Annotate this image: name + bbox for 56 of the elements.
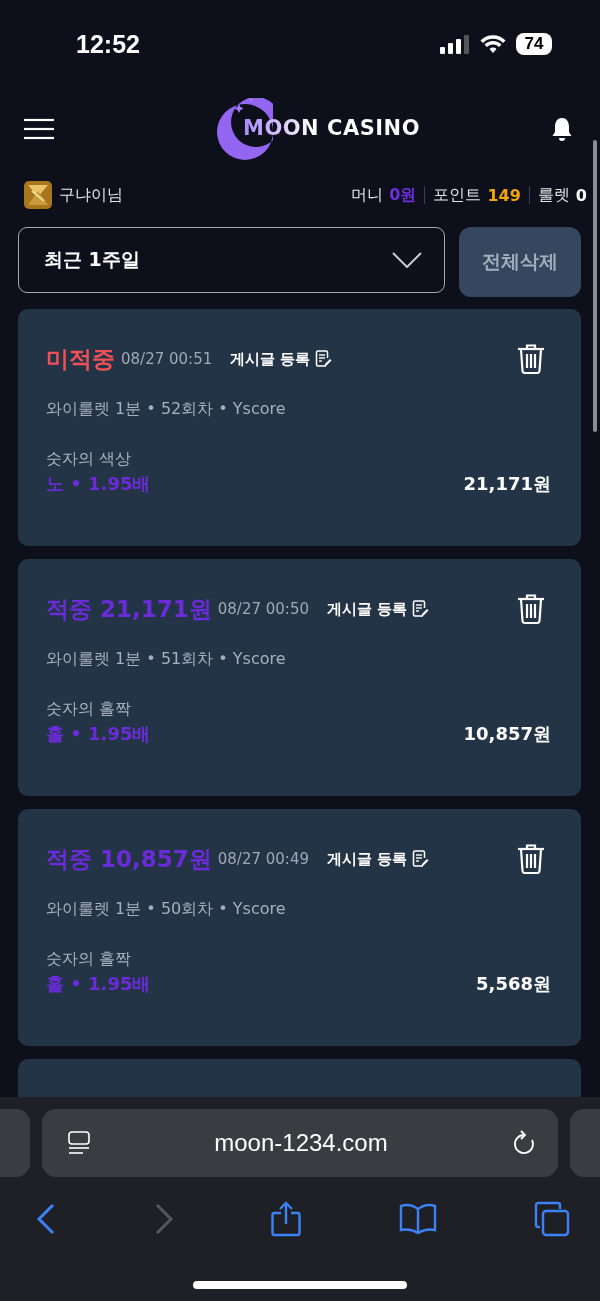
wifi-icon bbox=[480, 34, 506, 54]
result-title: 적중 10,857원 bbox=[46, 844, 212, 874]
balance-value: 0 bbox=[575, 185, 587, 205]
tabs-icon[interactable] bbox=[534, 1201, 570, 1237]
game-info: 와이룰렛 1분 • 51회차 • Yscore bbox=[46, 649, 287, 670]
address-bar[interactable]: moon-1234.com bbox=[42, 1109, 558, 1177]
result-title: 적중 21,171원 bbox=[46, 594, 212, 624]
signal-icon bbox=[440, 34, 470, 54]
bet-pick: 홀 • 1.95배 bbox=[46, 722, 151, 746]
note-pencil-icon bbox=[412, 850, 430, 868]
bet-type: 숫자의 홀짝 bbox=[46, 699, 133, 720]
tab-preview bbox=[0, 1109, 30, 1177]
balance-label: 머니 bbox=[351, 184, 384, 206]
url-text: moon-1234.com bbox=[214, 1129, 388, 1157]
bet-type: 숫자의 홀짝 bbox=[46, 949, 133, 970]
balance-label: 룰렛 bbox=[537, 184, 570, 206]
result-title: 미적중 bbox=[46, 344, 115, 374]
trash-icon[interactable] bbox=[517, 344, 545, 374]
reader-icon[interactable] bbox=[68, 1131, 90, 1155]
bet-time: 08/27 00:49 bbox=[217, 850, 309, 868]
trash-icon[interactable] bbox=[517, 594, 545, 624]
rank-badge-icon bbox=[24, 181, 52, 209]
delete-all-button[interactable]: 전체삭제 bbox=[459, 227, 581, 297]
game-info: 와이룰렛 1분 • 50회차 • Yscore bbox=[46, 899, 287, 920]
chevron-down-icon bbox=[392, 252, 422, 268]
bet-time: 08/27 00:51 bbox=[121, 350, 213, 368]
trash-icon[interactable] bbox=[517, 844, 545, 874]
period-value: 최근 1주일 bbox=[44, 247, 140, 272]
bet-pick: 노 • 1.95배 bbox=[46, 472, 151, 496]
bet-pick: 홀 • 1.95배 bbox=[46, 972, 151, 996]
clock: 12:52 bbox=[76, 29, 140, 59]
game-info: 와이룰렛 1분 • 52회차 • Yscore bbox=[46, 399, 287, 420]
balance-value: 149 bbox=[487, 185, 521, 205]
note-pencil-icon bbox=[412, 600, 430, 618]
bell-icon[interactable] bbox=[551, 117, 573, 141]
note-pencil-icon bbox=[315, 350, 333, 368]
period-dropdown[interactable]: 최근 1주일 bbox=[18, 227, 445, 293]
balance-value: 0원 bbox=[389, 184, 417, 206]
bet-type: 숫자의 색상 bbox=[46, 449, 133, 470]
user-name: 구냐이님 bbox=[59, 184, 123, 206]
bet-amount: 5,568원 bbox=[476, 972, 551, 996]
bet-amount: 10,857원 bbox=[463, 722, 551, 746]
share-icon[interactable] bbox=[271, 1201, 301, 1237]
logo[interactable]: MOON CASINO bbox=[215, 98, 420, 160]
bet-amount: 21,171원 bbox=[463, 472, 551, 496]
reload-icon[interactable] bbox=[512, 1130, 536, 1156]
book-icon[interactable] bbox=[398, 1203, 437, 1235]
battery-level: 74 bbox=[524, 34, 544, 54]
menu-icon[interactable] bbox=[24, 118, 54, 140]
bet-time: 08/27 00:50 bbox=[217, 600, 309, 618]
balance-label: 포인트 bbox=[433, 184, 482, 206]
tab-preview bbox=[570, 1109, 600, 1177]
post-label: 게시글 등록 bbox=[327, 849, 408, 869]
post-label: 게시글 등록 bbox=[327, 599, 408, 619]
post-label: 게시글 등록 bbox=[230, 349, 311, 369]
back-icon[interactable] bbox=[36, 1203, 56, 1235]
